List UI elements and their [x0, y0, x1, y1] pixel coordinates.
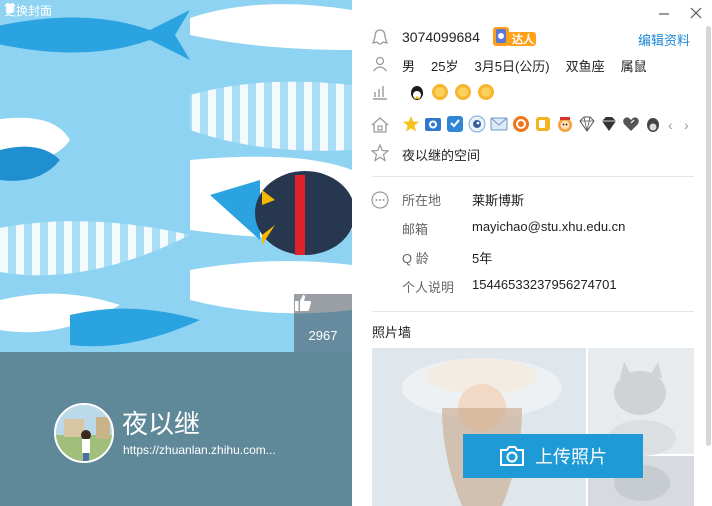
diamond-dark-icon[interactable]	[600, 115, 618, 133]
birthday: 3月5日(公历)	[474, 59, 550, 74]
coin-icon[interactable]	[534, 115, 552, 133]
qage-label: Q 龄	[402, 251, 429, 266]
photo-wall-images	[372, 348, 694, 506]
daren-badge[interactable]: 达人	[492, 26, 538, 51]
star-icon[interactable]	[402, 115, 420, 133]
qage-row: Q 龄 5年	[402, 248, 492, 267]
gender: 男	[402, 59, 416, 74]
services-next-icon[interactable]: ›	[684, 117, 689, 133]
like-count: 2967	[308, 328, 338, 343]
email-row: 邮箱 mayichao@stu.xhu.edu.cn	[402, 219, 625, 238]
penguin-icon[interactable]	[644, 115, 662, 133]
heart-icon[interactable]	[622, 115, 640, 133]
location-row: 所在地 莱斯博斯	[402, 190, 524, 209]
eye-icon[interactable]	[468, 115, 486, 133]
music-icon[interactable]	[512, 115, 530, 133]
right-panel: 3074099684 达人 编辑资料 男 25岁 3月5日(公历) 双鱼座 属鼠	[352, 0, 712, 506]
upload-photo-label: 上传照片	[535, 447, 607, 468]
minimize-button[interactable]	[654, 4, 674, 22]
camera-icon	[500, 446, 524, 466]
thumbs-up-icon	[295, 295, 312, 311]
diamond-icon[interactable]	[578, 115, 596, 133]
photo-wall-title: 照片墙	[372, 325, 412, 340]
home-icon	[370, 115, 390, 135]
nickname: 夜以继	[122, 410, 201, 440]
minimize-icon	[659, 13, 669, 15]
avatar[interactable]	[54, 403, 114, 463]
like-button[interactable]: 2967	[294, 294, 352, 352]
bio-label: 个人说明	[402, 280, 455, 295]
person-icon	[370, 54, 390, 74]
bio-value: 15446533237956274701	[472, 277, 617, 292]
divider	[372, 176, 694, 177]
more-dots-icon[interactable]	[370, 190, 390, 210]
level-chart-icon	[370, 82, 390, 102]
constellation: 双鱼座	[565, 59, 605, 74]
penguin-icon	[411, 86, 423, 100]
close-icon	[690, 7, 702, 19]
homepage-link[interactable]: https://zhuanlan.zhihu.com...	[123, 443, 276, 457]
shirt-icon	[5, 3, 15, 13]
service-icons	[402, 115, 662, 133]
level-icons[interactable]	[408, 83, 495, 101]
basic-info: 男 25岁 3月5日(公历) 双鱼座 属鼠	[402, 56, 663, 75]
sun-icon	[432, 84, 448, 100]
age: 25岁	[431, 59, 459, 74]
penguin-outline-icon	[370, 28, 390, 48]
email-value: mayichao@stu.xhu.edu.cn	[472, 219, 626, 234]
photo-wall: 上传照片	[372, 348, 694, 506]
sun-icon	[478, 84, 494, 100]
qq-number: 3074099684	[402, 29, 480, 45]
scrollbar[interactable]	[706, 26, 711, 446]
email-label: 邮箱	[402, 222, 429, 237]
qzone-link[interactable]: 夜以继的空间	[402, 145, 480, 164]
divider	[372, 311, 694, 312]
qage-value: 5年	[472, 251, 493, 266]
close-button[interactable]	[686, 4, 706, 22]
bio-row: 个人说明 15446533237956274701	[402, 277, 617, 296]
change-cover-button[interactable]: 更换封面	[4, 2, 52, 19]
star-outline-icon	[370, 143, 390, 163]
left-panel: 更换封面 2967 夜以继 https://zhuanlan.zhihu.com…	[0, 0, 352, 506]
cartoon-icon[interactable]	[556, 115, 574, 133]
shield-icon[interactable]	[446, 115, 464, 133]
cover-image[interactable]: 更换封面 2967	[0, 0, 352, 352]
mail-icon[interactable]	[490, 115, 508, 133]
camera-icon[interactable]	[424, 115, 442, 133]
location-value: 莱斯博斯	[472, 193, 525, 208]
daren-label: 达人	[512, 34, 534, 46]
sun-icon	[455, 84, 471, 100]
zodiac: 属鼠	[620, 59, 647, 74]
edit-profile-link[interactable]: 编辑资料	[638, 30, 690, 49]
upload-photo-button[interactable]: 上传照片	[463, 434, 643, 478]
location-label: 所在地	[402, 193, 442, 208]
services-prev-icon[interactable]: ‹	[668, 117, 673, 133]
